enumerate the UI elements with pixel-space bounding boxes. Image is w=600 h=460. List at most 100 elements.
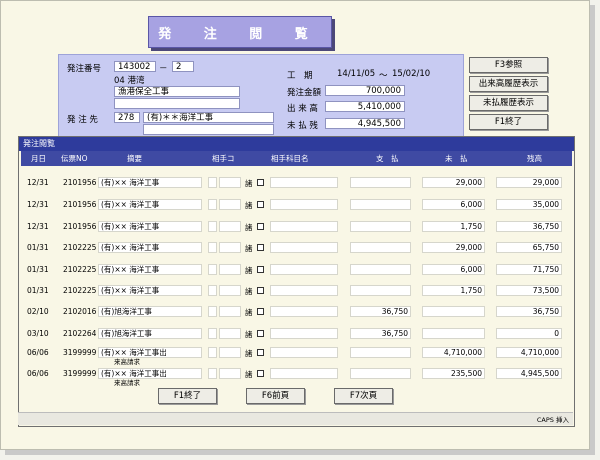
row-partner-account-cell <box>270 368 338 379</box>
table-row[interactable]: 06/06 3199999 (有)×× 海洋工事出 来高請求諸 4,710,000 4,7… <box>21 345 572 366</box>
row-balance: 35,000 <box>496 199 562 210</box>
row-checkbox[interactable] <box>257 287 264 294</box>
row-balance: 36,750 <box>496 306 562 317</box>
table-row[interactable]: 01/31 2102225 (有)×× 海洋工事 諸 1,750 73,500 <box>21 283 572 303</box>
completed-history-button[interactable]: 出来高履歴表示 <box>469 76 548 92</box>
row-balance: 29,000 <box>496 177 562 188</box>
f7-next-page-button[interactable]: F7次頁 <box>334 388 393 404</box>
order-no-label: 発注番号 <box>67 64 102 74</box>
f6-prev-page-button[interactable]: F6前頁 <box>246 388 305 404</box>
row-unpaid <box>422 328 485 339</box>
row-slip: 2102225 <box>63 243 97 252</box>
row-summary: (有)×× 海洋工事 <box>98 221 202 232</box>
row-checkbox[interactable] <box>257 223 264 230</box>
row-payment <box>350 347 411 358</box>
row-partner-code-cell <box>219 368 241 379</box>
row-partner-account-cell <box>270 328 338 339</box>
row-partner-code-cell <box>219 285 241 296</box>
vendor-code-field[interactable]: 278 <box>114 112 140 123</box>
row-slip: 3199999 <box>63 348 97 357</box>
row-balance: 4,710,000 <box>496 347 562 358</box>
amount-label: 発注金額 <box>287 88 322 98</box>
completed-label: 出 来 高 <box>287 104 318 114</box>
row-partner-account-cell <box>270 347 338 358</box>
row-checkbox[interactable] <box>257 201 264 208</box>
project-name-field-2[interactable] <box>114 98 240 109</box>
app-window: 発 注 閲 覧 発注番号 143002 － 2 04 港湾 漁港保全工事 発 注… <box>0 0 590 450</box>
f1-exit-button[interactable]: F1終了 <box>158 388 217 404</box>
col-summary: 摘要 <box>127 154 142 163</box>
table-row[interactable]: 12/31 2101956 (有)×× 海洋工事 諸 6,000 35,000 <box>21 197 572 217</box>
row-date: 12/31 <box>27 200 49 209</box>
table-row[interactable]: 12/31 2101956 (有)×× 海洋工事 諸 1,750 36,750 <box>21 219 572 239</box>
row-date: 01/31 <box>27 243 49 252</box>
col-date: 月日 <box>31 154 46 163</box>
row-balance: 73,500 <box>496 285 562 296</box>
table-row[interactable]: 02/10 2102016 (有)旭海洋工事 諸 36,750 36,750 <box>21 304 572 324</box>
row-partner-account-cell <box>270 177 338 188</box>
project-name-field[interactable]: 漁港保全工事 <box>114 86 240 97</box>
row-partner-code-cell <box>219 306 241 317</box>
row-payment <box>350 285 411 296</box>
vendor-name-field[interactable]: (有)＊＊海洋工事 <box>143 112 274 123</box>
table-row[interactable]: 01/31 2102225 (有)×× 海洋工事 諸 29,000 65,750 <box>21 240 572 260</box>
row-slip: 2102264 <box>63 329 97 338</box>
row-payment <box>350 221 411 232</box>
table-header: 月日 伝票NO 摘要 相手コ 相手科目名 支 払 未 払 残高 <box>21 151 572 166</box>
row-checkbox[interactable] <box>257 179 264 186</box>
row-unpaid: 6,000 <box>422 199 485 210</box>
table-row[interactable]: 12/31 2101956 (有)×× 海洋工事 諸 29,000 29,000 <box>21 175 572 195</box>
row-partner-code-cell <box>219 264 241 275</box>
row-mark: 諸 <box>245 349 253 358</box>
amount-field[interactable]: 700,000 <box>325 85 405 96</box>
row-unpaid <box>422 306 485 317</box>
col-unpaid: 未 払 <box>445 154 468 163</box>
vendor-name-field-2[interactable] <box>143 124 274 135</box>
row-partner-code-cell <box>219 221 241 232</box>
row-summary: (有)旭海洋工事 <box>98 306 202 317</box>
row-partner-cell <box>208 264 217 275</box>
unpaid-history-button[interactable]: 未払履歴表示 <box>469 95 548 111</box>
row-date: 01/31 <box>27 286 49 295</box>
row-checkbox[interactable] <box>257 308 264 315</box>
table-row[interactable]: 06/06 3199999 (有)×× 海洋工事出 来高請求諸 235,500 4,945… <box>21 366 572 387</box>
row-partner-cell <box>208 199 217 210</box>
row-checkbox[interactable] <box>257 370 264 377</box>
completed-field[interactable]: 5,410,000 <box>325 101 405 112</box>
row-mark: 諸 <box>245 287 253 296</box>
row-balance: 71,750 <box>496 264 562 275</box>
row-unpaid: 29,000 <box>422 177 485 188</box>
order-header-panel: 発注番号 143002 － 2 04 港湾 漁港保全工事 発 注 先 278 (… <box>58 54 464 138</box>
row-mark: 諸 <box>245 244 253 253</box>
row-mark: 諸 <box>245 201 253 210</box>
row-unpaid: 4,710,000 <box>422 347 485 358</box>
row-summary-sub: 来高請求 <box>114 358 140 366</box>
order-branch-field[interactable]: 2 <box>172 61 194 72</box>
row-mark: 諸 <box>245 370 253 379</box>
f3-reference-button[interactable]: F3参照 <box>469 57 548 73</box>
row-partner-account-cell <box>270 285 338 296</box>
row-partner-cell <box>208 221 217 232</box>
page-title: 発 注 閲 覧 <box>148 16 332 48</box>
row-partner-account-cell <box>270 306 338 317</box>
row-payment: 36,750 <box>350 306 411 317</box>
f1-exit-top-button[interactable]: F1終了 <box>469 114 548 130</box>
row-checkbox[interactable] <box>257 266 264 273</box>
row-summary-sub: 来高請求 <box>114 379 140 387</box>
row-checkbox[interactable] <box>257 349 264 356</box>
table-row[interactable]: 03/10 2102264 (有)旭海洋工事 諸 36,750 0 <box>21 326 572 346</box>
port-text: 04 港湾 <box>114 76 145 86</box>
order-browse-dialog: 発注閲覧 月日 伝票NO 摘要 相手コ 相手科目名 支 払 未 払 残高 12/… <box>18 136 575 427</box>
unpaid-field[interactable]: 4,945,500 <box>325 118 405 129</box>
order-no-field[interactable]: 143002 <box>114 61 156 72</box>
row-checkbox[interactable] <box>257 330 264 337</box>
row-slip: 2102225 <box>63 265 97 274</box>
row-summary: (有)×× 海洋工事 <box>98 285 202 296</box>
row-summary: (有)旭海洋工事 <box>98 328 202 339</box>
row-date: 12/31 <box>27 222 49 231</box>
row-checkbox[interactable] <box>257 244 264 251</box>
row-unpaid: 235,500 <box>422 368 485 379</box>
row-slip: 3199999 <box>63 369 97 378</box>
table-row[interactable]: 01/31 2102225 (有)×× 海洋工事 諸 6,000 71,750 <box>21 262 572 282</box>
row-partner-code-cell <box>219 347 241 358</box>
